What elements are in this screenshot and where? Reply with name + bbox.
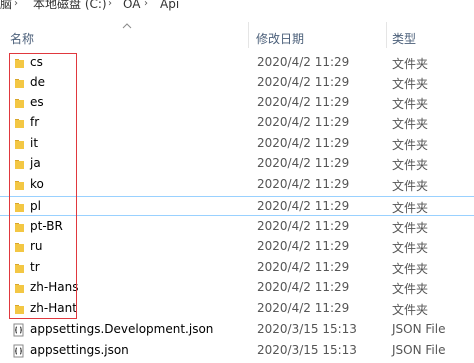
file-modified-date: 2020/4/2 11:29 <box>257 55 350 69</box>
file-modified-date: 2020/4/2 11:29 <box>257 156 350 170</box>
file-type: JSON File <box>392 322 446 336</box>
list-item[interactable]: tr 2020/4/2 11:29 文件夹 <box>0 258 474 278</box>
file-type: 文件夹 <box>392 282 429 296</box>
file-name: ru <box>30 239 43 253</box>
file-type: 文件夹 <box>392 57 429 71</box>
column-header-date[interactable]: 修改日期 <box>256 30 304 47</box>
file-type: JSON File <box>392 343 446 357</box>
file-modified-date: 2020/4/2 11:29 <box>257 75 350 89</box>
folder-icon <box>15 79 24 88</box>
file-modified-date: 2020/4/2 11:29 <box>257 280 350 294</box>
breadcrumb-item-local-disk[interactable]: 本地磁盘 (C:) <box>33 0 107 10</box>
list-item[interactable]: fr 2020/4/2 11:29 文件夹 <box>0 113 474 133</box>
column-divider[interactable] <box>386 22 387 48</box>
file-type: 文件夹 <box>392 77 429 91</box>
column-header-type[interactable]: 类型 <box>392 30 416 47</box>
file-modified-date: 2020/4/2 11:29 <box>257 260 350 274</box>
folder-icon <box>15 160 24 169</box>
file-type: 文件夹 <box>392 303 429 317</box>
file-modified-date: 2020/3/15 15:13 <box>257 322 357 336</box>
column-header-bar: 名称 修改日期 类型 <box>0 22 474 52</box>
file-modified-date: 2020/3/15 15:13 <box>257 343 357 357</box>
list-item[interactable]: zh-Hant 2020/4/2 11:29 文件夹 <box>0 299 474 319</box>
folder-icon <box>15 305 24 314</box>
list-item[interactable]: it 2020/4/2 11:29 文件夹 <box>0 134 474 154</box>
breadcrumb-item-computer[interactable]: 脑 <box>0 0 12 10</box>
file-name: ja <box>30 156 41 170</box>
file-type: 文件夹 <box>392 138 429 152</box>
folder-icon <box>15 284 24 293</box>
json-file-icon <box>13 344 24 358</box>
file-modified-date: 2020/4/2 11:29 <box>257 199 350 213</box>
folder-icon <box>15 223 24 232</box>
list-item-selected[interactable]: pl 2020/4/2 11:29 文件夹 <box>0 196 474 216</box>
file-name: ko <box>30 177 44 191</box>
file-name: zh-Hans <box>30 280 79 294</box>
column-divider[interactable] <box>248 22 249 48</box>
list-item[interactable]: ru 2020/4/2 11:29 文件夹 <box>0 237 474 257</box>
folder-icon <box>15 203 24 212</box>
breadcrumb-separator: › <box>108 0 112 9</box>
file-name: fr <box>30 115 40 129</box>
file-type: 文件夹 <box>392 221 429 235</box>
list-item[interactable]: cs 2020/4/2 11:29 文件夹 <box>0 53 474 73</box>
breadcrumb-separator: › <box>14 0 18 9</box>
file-name: appsettings.Development.json <box>30 322 214 336</box>
breadcrumb-item-oa[interactable]: OA <box>123 0 140 10</box>
list-item[interactable]: appsettings.Development.json 2020/3/15 1… <box>0 320 474 340</box>
file-modified-date: 2020/4/2 11:29 <box>257 177 350 191</box>
sort-ascending-icon <box>122 23 132 29</box>
file-type: 文件夹 <box>392 241 429 255</box>
folder-icon <box>15 243 24 252</box>
file-modified-date: 2020/4/2 11:29 <box>257 136 350 150</box>
file-name: de <box>30 75 45 89</box>
folder-icon <box>15 140 24 149</box>
folder-icon <box>15 99 24 108</box>
file-name: cs <box>30 55 43 69</box>
list-item[interactable]: de 2020/4/2 11:29 文件夹 <box>0 73 474 93</box>
list-item[interactable]: es 2020/4/2 11:29 文件夹 <box>0 93 474 113</box>
folder-icon <box>15 119 24 128</box>
file-modified-date: 2020/4/2 11:29 <box>257 115 350 129</box>
file-modified-date: 2020/4/2 11:29 <box>257 239 350 253</box>
list-item[interactable]: pt-BR 2020/4/2 11:29 文件夹 <box>0 217 474 237</box>
list-item[interactable]: ja 2020/4/2 11:29 文件夹 <box>0 154 474 174</box>
list-item[interactable]: appsettings.json 2020/3/15 15:13 JSON Fi… <box>0 341 474 361</box>
file-name: zh-Hant <box>30 301 77 315</box>
folder-icon <box>15 264 24 273</box>
file-name: it <box>30 136 39 150</box>
breadcrumb: 脑 › 本地磁盘 (C:) › OA › Api <box>0 0 474 14</box>
file-type: 文件夹 <box>392 97 429 111</box>
file-modified-date: 2020/4/2 11:29 <box>257 219 350 233</box>
json-file-icon <box>13 323 24 337</box>
folder-icon <box>15 181 24 190</box>
file-name: tr <box>30 260 40 274</box>
breadcrumb-item-api[interactable]: Api <box>160 0 179 10</box>
file-type: 文件夹 <box>392 117 429 131</box>
file-modified-date: 2020/4/2 11:29 <box>257 95 350 109</box>
file-type: 文件夹 <box>392 179 429 193</box>
list-item[interactable]: zh-Hans 2020/4/2 11:29 文件夹 <box>0 278 474 298</box>
file-name: appsettings.json <box>30 343 129 357</box>
file-type: 文件夹 <box>392 201 429 215</box>
file-modified-date: 2020/4/2 11:29 <box>257 301 350 315</box>
file-name: pt-BR <box>30 219 63 233</box>
file-name: es <box>30 95 44 109</box>
column-header-name[interactable]: 名称 <box>10 30 34 47</box>
breadcrumb-separator: › <box>144 0 148 9</box>
file-type: 文件夹 <box>392 262 429 276</box>
file-type: 文件夹 <box>392 158 429 172</box>
folder-icon <box>15 59 24 68</box>
file-name: pl <box>30 199 41 213</box>
list-item[interactable]: ko 2020/4/2 11:29 文件夹 <box>0 175 474 195</box>
